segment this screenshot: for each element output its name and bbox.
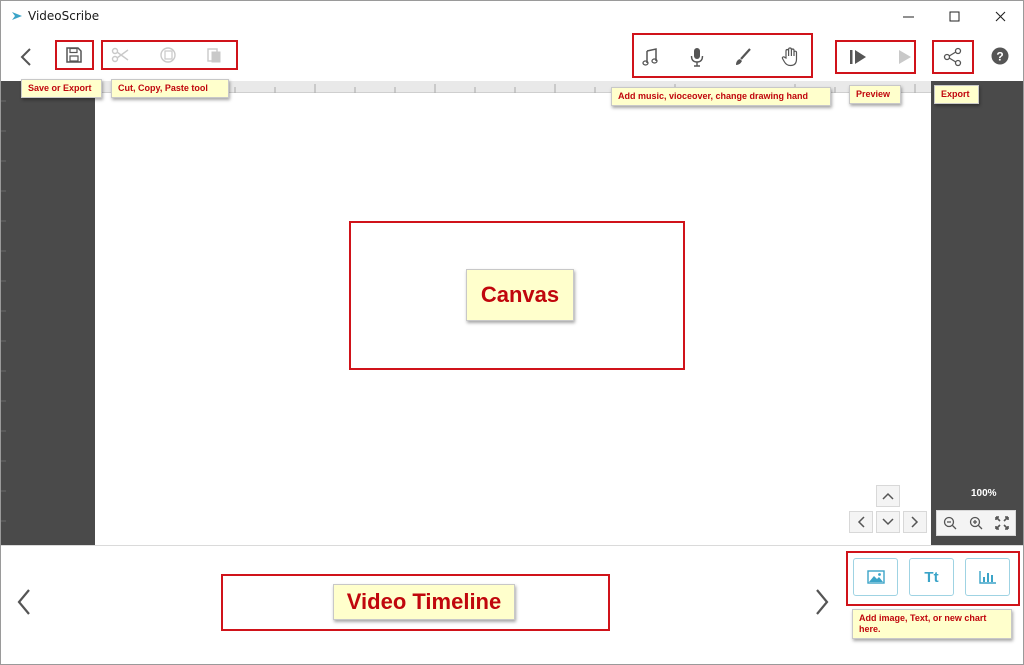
paste-button[interactable] (201, 43, 227, 67)
drawing-hand-button[interactable] (778, 45, 802, 69)
add-image-button[interactable] (853, 558, 898, 596)
chevron-up-icon (882, 492, 894, 500)
videoscribe-window: VideoScribe ? Canvas Save or Export Cut,… (0, 0, 1024, 665)
left-workspace-margin (1, 81, 95, 545)
copy-icon (160, 47, 176, 63)
preview-callout: Preview (849, 85, 901, 104)
scissors-icon (111, 47, 129, 63)
maximize-button[interactable] (931, 1, 977, 31)
close-button[interactable] (977, 1, 1023, 31)
add-content-callout: Add image, Text, or new chart here. (852, 609, 1012, 639)
toolbar: ? (1, 31, 1023, 81)
drawing-brush-button[interactable] (731, 45, 755, 69)
pan-left-button[interactable] (849, 511, 873, 533)
chevron-left-icon (17, 589, 30, 615)
help-icon: ? (991, 47, 1009, 65)
maximize-icon (949, 11, 959, 21)
title-bar: VideoScribe (1, 1, 1023, 31)
voiceover-button[interactable] (685, 45, 709, 69)
timeline-scroll-left-button[interactable] (11, 584, 37, 620)
back-button[interactable] (15, 45, 37, 69)
zoom-level: 100% (971, 488, 997, 499)
music-note-icon (642, 48, 658, 66)
video-timeline-callout: Video Timeline (333, 584, 515, 620)
pan-right-button[interactable] (903, 511, 927, 533)
paste-icon (207, 48, 221, 63)
export-callout: Export (934, 85, 979, 104)
add-text-label: Tt (924, 568, 939, 586)
audio-hand-callout: Add music, vioceover, change drawing han… (611, 87, 831, 106)
zoom-out-icon (943, 516, 957, 530)
zoom-out-button[interactable] (939, 513, 961, 533)
share-icon (943, 47, 962, 67)
zoom-in-icon (969, 516, 983, 530)
fit-to-screen-button[interactable] (991, 513, 1013, 533)
window-title: VideoScribe (28, 9, 100, 23)
minimize-button[interactable] (885, 1, 931, 31)
zoom-controls (936, 510, 1016, 536)
chevron-left-icon (857, 516, 865, 528)
chevron-right-icon (816, 589, 829, 615)
preview-play-button[interactable] (893, 45, 917, 69)
microphone-icon (690, 48, 704, 67)
cut-button[interactable] (107, 43, 133, 67)
add-text-button[interactable]: Tt (909, 558, 954, 596)
music-button[interactable] (638, 45, 662, 69)
save-button[interactable] (60, 43, 88, 67)
share-button[interactable] (940, 45, 966, 69)
save-export-callout: Save or Export (21, 79, 102, 98)
hand-icon (781, 47, 798, 67)
zoom-in-button[interactable] (965, 513, 987, 533)
chevron-left-icon (20, 48, 31, 66)
chart-icon (978, 571, 996, 584)
svg-text:?: ? (996, 50, 1003, 64)
preview-from-here-button[interactable] (845, 45, 871, 69)
right-workspace-margin (931, 81, 1023, 545)
image-icon (866, 570, 885, 584)
pan-up-button[interactable] (876, 485, 900, 507)
video-timeline: Video Timeline Tt Add image, Text, or ne… (1, 545, 1023, 664)
left-ruler (1, 100, 6, 522)
pan-down-button[interactable] (876, 511, 900, 533)
add-chart-button[interactable] (965, 558, 1010, 596)
close-icon (995, 11, 1005, 21)
floppy-disk-icon (66, 47, 82, 63)
play-from-icon (850, 50, 866, 64)
expand-icon (995, 516, 1009, 530)
videoscribe-logo-icon (12, 12, 22, 20)
chevron-right-icon (911, 516, 919, 528)
cut-copy-paste-callout: Cut, Copy, Paste tool (111, 79, 229, 98)
play-icon (899, 50, 911, 64)
chevron-down-icon (882, 518, 894, 526)
help-button[interactable]: ? (989, 45, 1011, 67)
minimize-icon (902, 16, 914, 17)
copy-button[interactable] (155, 43, 181, 67)
brush-icon (736, 48, 751, 65)
canvas-callout: Canvas (466, 269, 574, 321)
timeline-scroll-right-button[interactable] (809, 584, 835, 620)
